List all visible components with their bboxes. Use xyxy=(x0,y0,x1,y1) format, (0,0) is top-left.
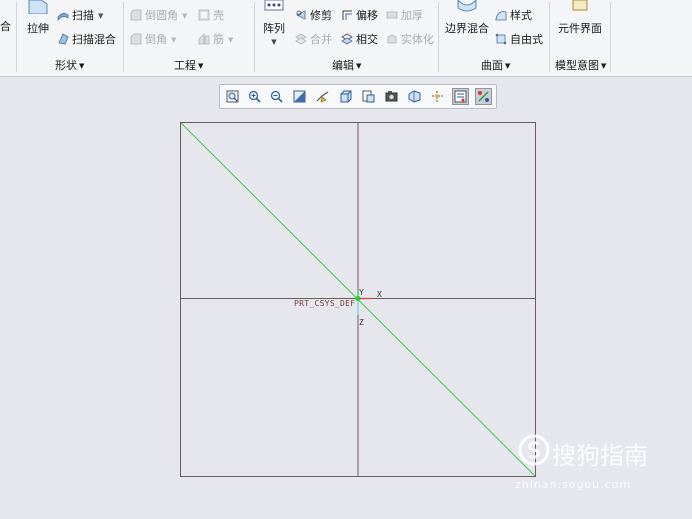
freestyle-icon xyxy=(495,33,507,45)
style-icon xyxy=(495,11,507,21)
axis-z-label: Z xyxy=(359,318,364,327)
solidify-button[interactable]: 实体化 xyxy=(386,33,434,47)
zoom-out-icon[interactable] xyxy=(268,88,285,105)
editing-group-label[interactable]: 编辑 ▼ xyxy=(332,57,361,73)
swept-blend-icon xyxy=(58,33,69,45)
freestyle-button[interactable]: 自由式 xyxy=(495,33,543,47)
partial-ribbon-item[interactable]: 合 xyxy=(0,20,11,34)
component-interface-button[interactable]: 元件界面 xyxy=(556,0,604,35)
surfaces-group-label[interactable]: 曲面 ▼ xyxy=(481,57,510,73)
engineering-group: 倒圆角 ▼ 壳 倒角 ▼ 筋 ▼ 工程 ▼ xyxy=(124,0,254,76)
chamfer-icon xyxy=(130,33,142,45)
axis-y-label: Y xyxy=(359,288,364,297)
trim-button[interactable]: 修剪 xyxy=(295,9,332,23)
thicken-button[interactable]: 加厚 xyxy=(386,9,423,23)
editing-group: 阵列 ▼ 修剪 偏移 加厚 合并 相交 实体化 编辑 ▼ xyxy=(255,0,438,76)
component-interface-icon xyxy=(572,0,588,11)
view-toolbar xyxy=(219,84,497,109)
extrude-button[interactable]: 拉伸 xyxy=(25,0,51,35)
round-button[interactable]: 倒圆角 ▼ xyxy=(130,9,187,23)
zoom-in-icon[interactable] xyxy=(246,88,263,105)
trim-icon xyxy=(296,10,306,20)
perspective-icon[interactable] xyxy=(406,88,423,105)
ribbon: 合 拉伸 扫描 ▼ 扫描混合 形状 ▼ 倒圆角 ▼ 壳 倒角 ▼ 筋 ▼ 工程 … xyxy=(0,0,692,77)
sogou-logo-icon xyxy=(518,434,550,466)
swept-blend-button[interactable]: 扫描混合 xyxy=(57,33,116,47)
engineering-group-label[interactable]: 工程 ▼ xyxy=(174,57,203,73)
watermark-url: zhinan.sogou.com xyxy=(515,478,632,491)
saved-orientations-icon[interactable] xyxy=(360,88,377,105)
display-style-icon[interactable] xyxy=(337,88,354,105)
chamfer-button[interactable]: 倒角 ▼ xyxy=(130,33,176,47)
surfaces-group: 边界混合 样式 自由式 曲面 ▼ xyxy=(439,0,549,76)
sweep-button[interactable]: 扫描 ▼ xyxy=(57,9,103,23)
csys-label[interactable]: PRT_CSYS_DEF xyxy=(294,299,355,308)
shape-group: 拉伸 扫描 ▼ 扫描混合 形状 ▼ xyxy=(17,0,123,76)
sweep-icon xyxy=(57,13,69,21)
pattern-button[interactable]: 阵列 ▼ xyxy=(261,0,287,46)
model-intent-group-label[interactable]: 模型意图 ▼ xyxy=(555,57,606,73)
reorient-icon[interactable] xyxy=(314,88,331,105)
model-intent-group: 元件界面 模型意图 ▼ xyxy=(550,0,610,76)
intersect-button[interactable]: 相交 xyxy=(341,33,378,47)
annotation-display-icon[interactable] xyxy=(452,88,469,105)
rib-button[interactable]: 筋 ▼ xyxy=(198,33,233,47)
extrude-icon xyxy=(28,0,48,14)
thicken-icon xyxy=(386,11,398,19)
shell-icon xyxy=(198,9,210,21)
watermark-brand: 搜狗指南 xyxy=(552,442,648,470)
pattern-icon xyxy=(264,0,284,11)
rib-icon xyxy=(198,33,210,45)
view-manager-icon[interactable] xyxy=(383,88,400,105)
merge-icon xyxy=(295,33,307,45)
style-button[interactable]: 样式 xyxy=(495,9,532,23)
datum-display-icon[interactable] xyxy=(429,88,446,105)
offset-button[interactable]: 偏移 xyxy=(341,9,378,23)
solidify-icon xyxy=(387,34,397,44)
round-icon xyxy=(130,9,142,21)
boundary-blend-icon xyxy=(457,0,477,12)
offset-icon xyxy=(342,10,352,20)
intersect-icon xyxy=(341,33,353,45)
boundary-blend-button[interactable]: 边界混合 xyxy=(445,0,489,35)
shell-button[interactable]: 壳 xyxy=(198,9,224,23)
spin-center-icon[interactable] xyxy=(475,88,492,105)
repaint-icon[interactable] xyxy=(291,88,308,105)
group-separator xyxy=(610,2,611,72)
merge-button[interactable]: 合并 xyxy=(295,33,332,47)
shape-group-label[interactable]: 形状 ▼ xyxy=(55,57,84,73)
refit-icon[interactable] xyxy=(224,88,241,105)
axis-x-label: X xyxy=(377,290,382,299)
